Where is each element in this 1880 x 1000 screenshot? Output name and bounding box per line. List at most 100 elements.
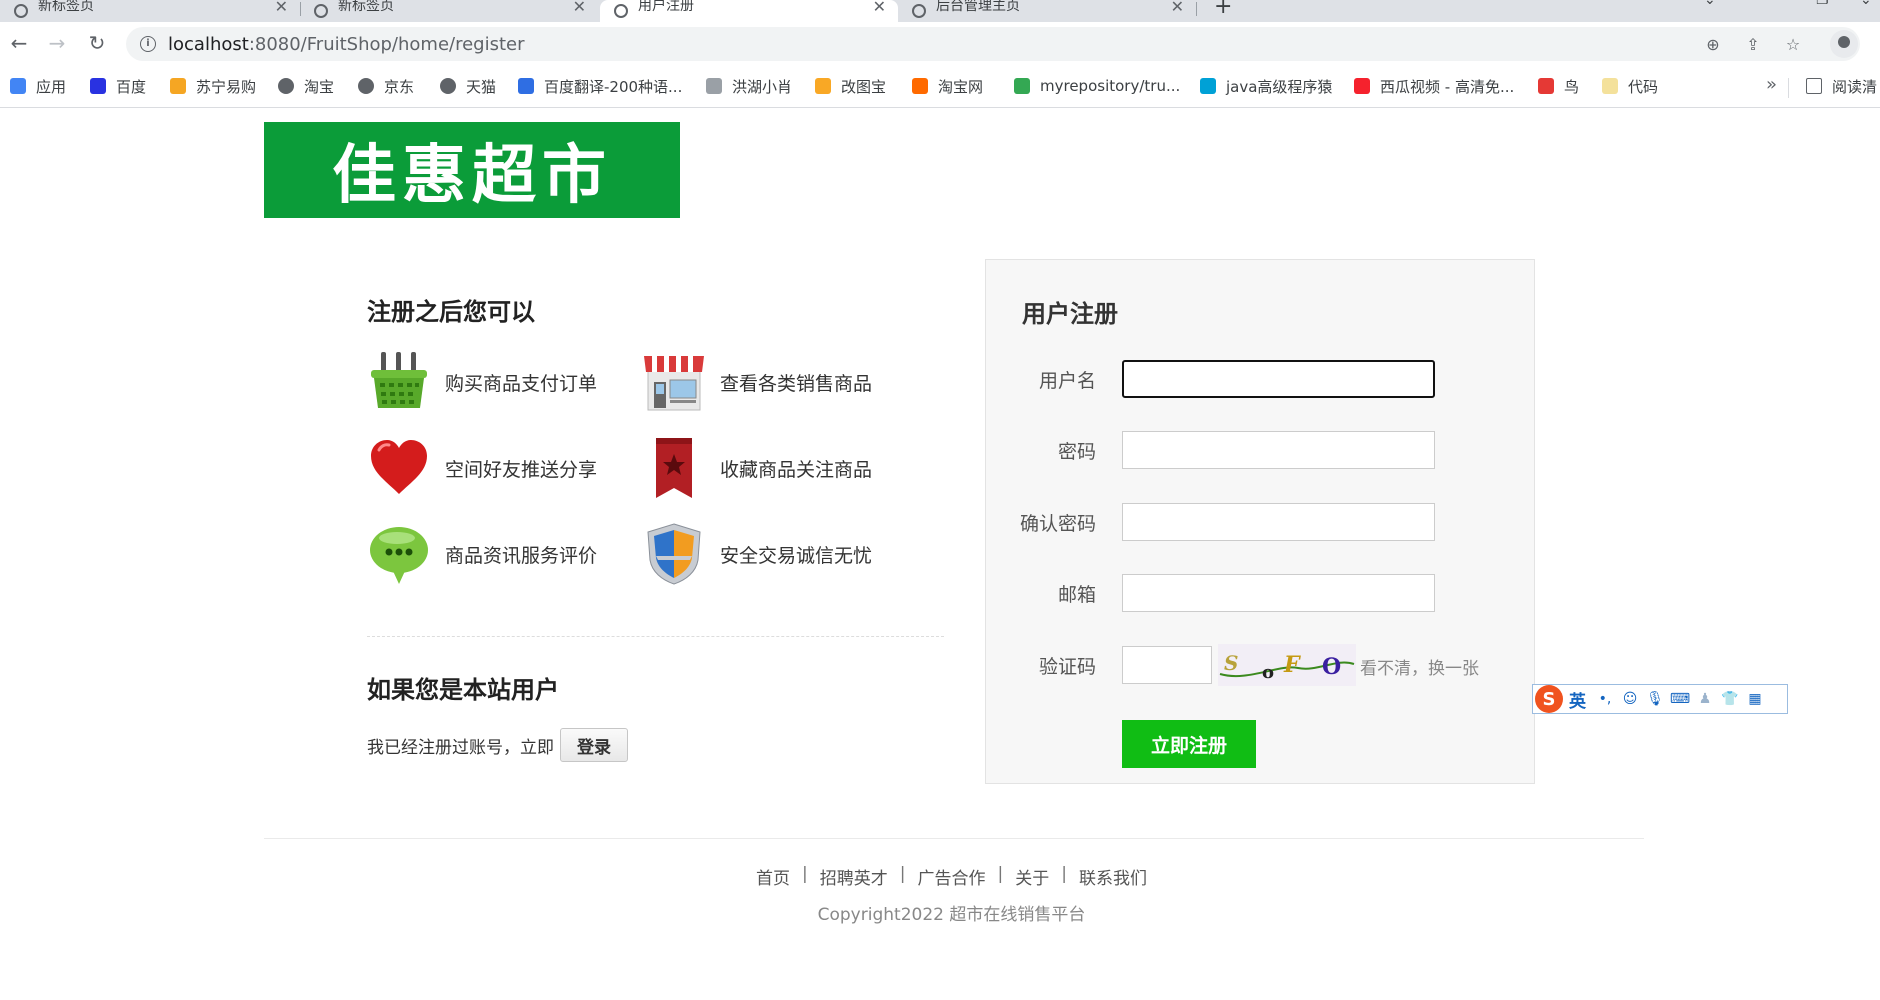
- keyboard-icon[interactable]: ⌨: [1669, 690, 1691, 708]
- globe-icon: [14, 4, 28, 18]
- ime-logo-icon[interactable]: S: [1535, 685, 1563, 713]
- register-submit-button[interactable]: 立即注册: [1122, 720, 1256, 768]
- benefit-label: 收藏商品关注商品: [720, 458, 873, 481]
- tab-new-1[interactable]: 新标签页 ✕: [0, 0, 300, 22]
- taobao-icon: [912, 78, 928, 94]
- punctuation-icon[interactable]: •,: [1594, 690, 1616, 708]
- tab-title: 后台管理主页: [936, 0, 1020, 14]
- bookmark-item[interactable]: 洪湖小肖: [706, 76, 792, 96]
- footer-link-careers[interactable]: 招聘英才: [820, 864, 888, 889]
- skin-shirt-icon[interactable]: 👕: [1719, 690, 1741, 708]
- user-icon[interactable]: ♟: [1694, 690, 1716, 708]
- site-logo[interactable]: 佳惠超市: [264, 122, 680, 218]
- more-bookmarks-chevron-icon[interactable]: »: [1766, 74, 1777, 95]
- bookmark-item[interactable]: 鸟: [1538, 76, 1579, 96]
- member-text: 我已经注册过账号，立即: [367, 737, 554, 758]
- login-button[interactable]: 登录: [560, 728, 628, 762]
- bookmark-label: java高级程序猿: [1226, 77, 1333, 96]
- bookmark-item[interactable]: 苏宁易购: [170, 76, 256, 96]
- benefit-item: 商品资讯服务评价: [367, 522, 597, 586]
- svg-text:S: S: [1224, 651, 1238, 675]
- email-input[interactable]: [1122, 574, 1435, 612]
- back-arrow-icon[interactable]: ←: [6, 30, 32, 56]
- new-tab-plus-icon[interactable]: +: [1214, 0, 1232, 19]
- zoom-icon[interactable]: ⊕: [1702, 33, 1724, 55]
- restore-window-icon[interactable]: ❐: [1816, 0, 1829, 8]
- chrome-icon: [1014, 78, 1030, 94]
- benefit-item: 购买商品支付订单: [367, 350, 597, 414]
- password-input[interactable]: [1122, 431, 1435, 469]
- address-bar[interactable]: i localhost:8080/FruitShop/home/register…: [126, 27, 1860, 61]
- footer-separator: |: [1061, 864, 1067, 884]
- tab-title: 新标签页: [38, 0, 94, 14]
- tab-admin[interactable]: 后台管理主页 ✕: [898, 0, 1196, 22]
- heart-icon: [371, 440, 427, 494]
- bookmark-item[interactable]: 代码: [1602, 76, 1658, 96]
- bookmark-label: 鸟: [1564, 77, 1580, 96]
- close-icon[interactable]: ✕: [1171, 0, 1184, 16]
- globe-icon: [912, 4, 926, 18]
- footer-separator: |: [899, 864, 906, 884]
- bookmark-label: 天猫: [466, 77, 497, 96]
- username-input[interactable]: [1122, 360, 1435, 398]
- bookmark-item[interactable]: 百度: [90, 76, 146, 96]
- share-icon[interactable]: ⇪: [1742, 33, 1764, 55]
- tab-register[interactable]: 用户注册 ✕: [600, 0, 898, 22]
- footer-link-about[interactable]: 关于: [1015, 864, 1049, 889]
- bookmark-item[interactable]: 淘宝网: [912, 76, 983, 96]
- captcha-graphic: S o F O: [1219, 651, 1355, 683]
- tab-strip: 新标签页 ✕ 新标签页 ✕ 用户注册 ✕ 后台管理主页 ✕ + ⌄ ❐ ⌄: [0, 0, 1880, 22]
- tab-new-2[interactable]: 新标签页 ✕: [300, 0, 598, 22]
- captcha-label: 验证码: [1038, 656, 1096, 678]
- bookmark-site-icon: [706, 78, 722, 94]
- bookmark-item[interactable]: 天猫: [440, 76, 496, 96]
- close-icon[interactable]: ✕: [275, 0, 288, 16]
- minimize-chevron-icon[interactable]: ⌄: [1860, 0, 1872, 8]
- bookmark-item[interactable]: 百度翻译-200种语...: [518, 76, 682, 96]
- footer-separator: |: [802, 864, 808, 884]
- profile-avatar-icon[interactable]: [1830, 30, 1858, 58]
- bookmarks-bar: 应用 百度 苏宁易购 淘宝 京东 天猫 百度翻译-200种语... 洪湖小肖 改图宝 淘宝网 myr…: [0, 66, 1880, 108]
- bookmark-item[interactable]: 应用: [10, 76, 66, 96]
- bookmark-star-icon[interactable]: ☆: [1782, 33, 1804, 55]
- close-icon[interactable]: ✕: [573, 0, 586, 16]
- shield-icon: [647, 523, 701, 585]
- footer-links: 首页 | 招聘英才 | 广告合作 | 关于 | 联系我们: [0, 864, 1880, 889]
- bookmark-item[interactable]: 京东: [358, 76, 414, 96]
- captcha-image[interactable]: S o F O: [1218, 644, 1356, 686]
- captcha-refresh-link[interactable]: 看不清，换一张: [1360, 654, 1479, 679]
- ime-mode-toggle[interactable]: 英: [1569, 687, 1586, 712]
- footer-link-ads[interactable]: 广告合作: [918, 864, 986, 889]
- bookmark-item[interactable]: java高级程序猿: [1200, 76, 1332, 96]
- site-info-icon[interactable]: i: [140, 36, 156, 52]
- svg-text:o: o: [1262, 662, 1274, 683]
- ime-toolbar[interactable]: S 英 •, ☺ 🎙 ⌨ ♟ 👕 ▦: [1532, 684, 1788, 714]
- tab-separator: [1196, 2, 1197, 16]
- globe-icon: [278, 78, 294, 94]
- microphone-icon[interactable]: 🎙: [1644, 690, 1666, 708]
- footer-link-home[interactable]: 首页: [756, 864, 790, 889]
- benefit-label: 查看各类销售商品: [720, 372, 873, 395]
- bookmark-item[interactable]: 改图宝: [815, 76, 886, 96]
- tab-search-chevron-icon[interactable]: ⌄: [1704, 0, 1716, 8]
- url-text[interactable]: localhost:8080/FruitShop/home/register: [168, 34, 525, 55]
- globe-icon: [358, 78, 374, 94]
- forward-arrow-icon[interactable]: →: [44, 30, 70, 56]
- bookmark-label: 改图宝: [841, 77, 887, 96]
- toolbox-grid-icon[interactable]: ▦: [1744, 690, 1766, 708]
- url-host: localhost: [168, 34, 249, 55]
- member-title: 如果您是本站用户: [367, 676, 559, 704]
- captcha-input[interactable]: [1122, 646, 1212, 684]
- confirm-password-input[interactable]: [1122, 503, 1435, 541]
- bookmark-item[interactable]: 西瓜视频 - 高清免...: [1354, 76, 1514, 96]
- emoji-icon[interactable]: ☺: [1619, 690, 1641, 708]
- close-icon[interactable]: ✕: [873, 0, 886, 16]
- footer-link-contact[interactable]: 联系我们: [1079, 864, 1147, 889]
- bookmark-item[interactable]: 淘宝: [278, 76, 334, 96]
- username-label: 用户名: [1038, 370, 1096, 392]
- reload-icon[interactable]: ↻: [84, 30, 110, 56]
- url-path: :8080/FruitShop/home/register: [248, 34, 525, 55]
- reading-list-button[interactable]: 阅读清: [1806, 76, 1877, 96]
- bookmark-item[interactable]: myrepository/tru...: [1014, 76, 1180, 96]
- bookmark-label: 百度翻译-200种语...: [544, 77, 683, 96]
